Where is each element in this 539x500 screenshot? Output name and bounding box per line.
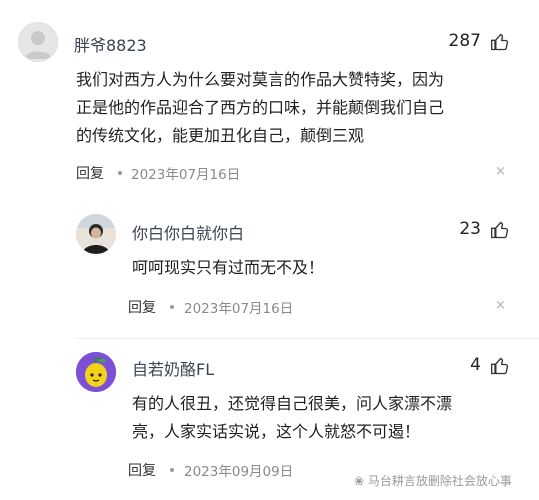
reply-button[interactable]: 回复 <box>128 297 156 317</box>
thumbs-up-icon[interactable] <box>490 32 510 52</box>
thumbs-up-icon[interactable] <box>490 220 510 240</box>
divider <box>76 338 539 339</box>
avatar[interactable] <box>76 214 116 254</box>
close-icon[interactable]: × <box>495 164 506 179</box>
watermark-icon: ❀ <box>354 474 365 488</box>
watermark: ❀ 马台耕言放删除社会放心事 <box>354 472 512 489</box>
comment-date: 2023年09月09日 <box>184 464 294 480</box>
like-count: 287 <box>448 31 481 51</box>
username[interactable]: 自若奶酪FL <box>132 356 214 380</box>
comment-line: 亮，人家实话实说，这个人就怒不可遏！ <box>132 422 421 441</box>
avatar[interactable] <box>76 352 116 392</box>
comment-date: 2023年07月16日 <box>131 167 241 183</box>
separator-dot <box>170 305 174 309</box>
comment-line: 正是他的作品迎合了西方的口味，并能颠倒我们自己 <box>76 98 445 117</box>
separator-dot <box>118 171 122 175</box>
default-avatar-icon <box>24 31 52 59</box>
username[interactable]: 胖爷8823 <box>74 32 147 56</box>
reply-button[interactable]: 回复 <box>128 460 156 480</box>
comment-date: 2023年07月16日 <box>184 301 294 317</box>
like-count: 4 <box>470 355 481 375</box>
close-icon[interactable]: × <box>495 298 506 313</box>
comment-text: 呵呵现实只有过而无不及！ <box>132 254 512 282</box>
comment-line: 的传统文化，能更加丑化自己，颠倒三观 <box>76 126 365 145</box>
watermark-text: 马台耕言放删除社会放心事 <box>367 474 512 488</box>
comment-line: 呵呵现实只有过而无不及！ <box>132 258 325 277</box>
reply-button[interactable]: 回复 <box>76 163 104 183</box>
comment-text: 有的人很丑，还觉得自己很美，问人家漂不漂 亮，人家实话实说，这个人就怒不可遏！ <box>132 390 512 446</box>
comment-line: 我们对西方人为什么要对莫言的作品大赞特奖，因为 <box>76 70 445 89</box>
thumbs-up-icon[interactable] <box>490 356 510 376</box>
avatar[interactable] <box>18 22 58 62</box>
lemon-avatar <box>76 352 116 392</box>
comment-line: 有的人很丑，还觉得自己很美，问人家漂不漂 <box>132 394 453 413</box>
like-count: 23 <box>459 219 481 239</box>
photo-avatar <box>76 214 116 254</box>
username[interactable]: 你白你白就你白 <box>132 220 244 244</box>
comment-text: 我们对西方人为什么要对莫言的作品大赞特奖，因为 正是他的作品迎合了西方的口味，并… <box>76 66 516 150</box>
separator-dot <box>170 468 174 472</box>
